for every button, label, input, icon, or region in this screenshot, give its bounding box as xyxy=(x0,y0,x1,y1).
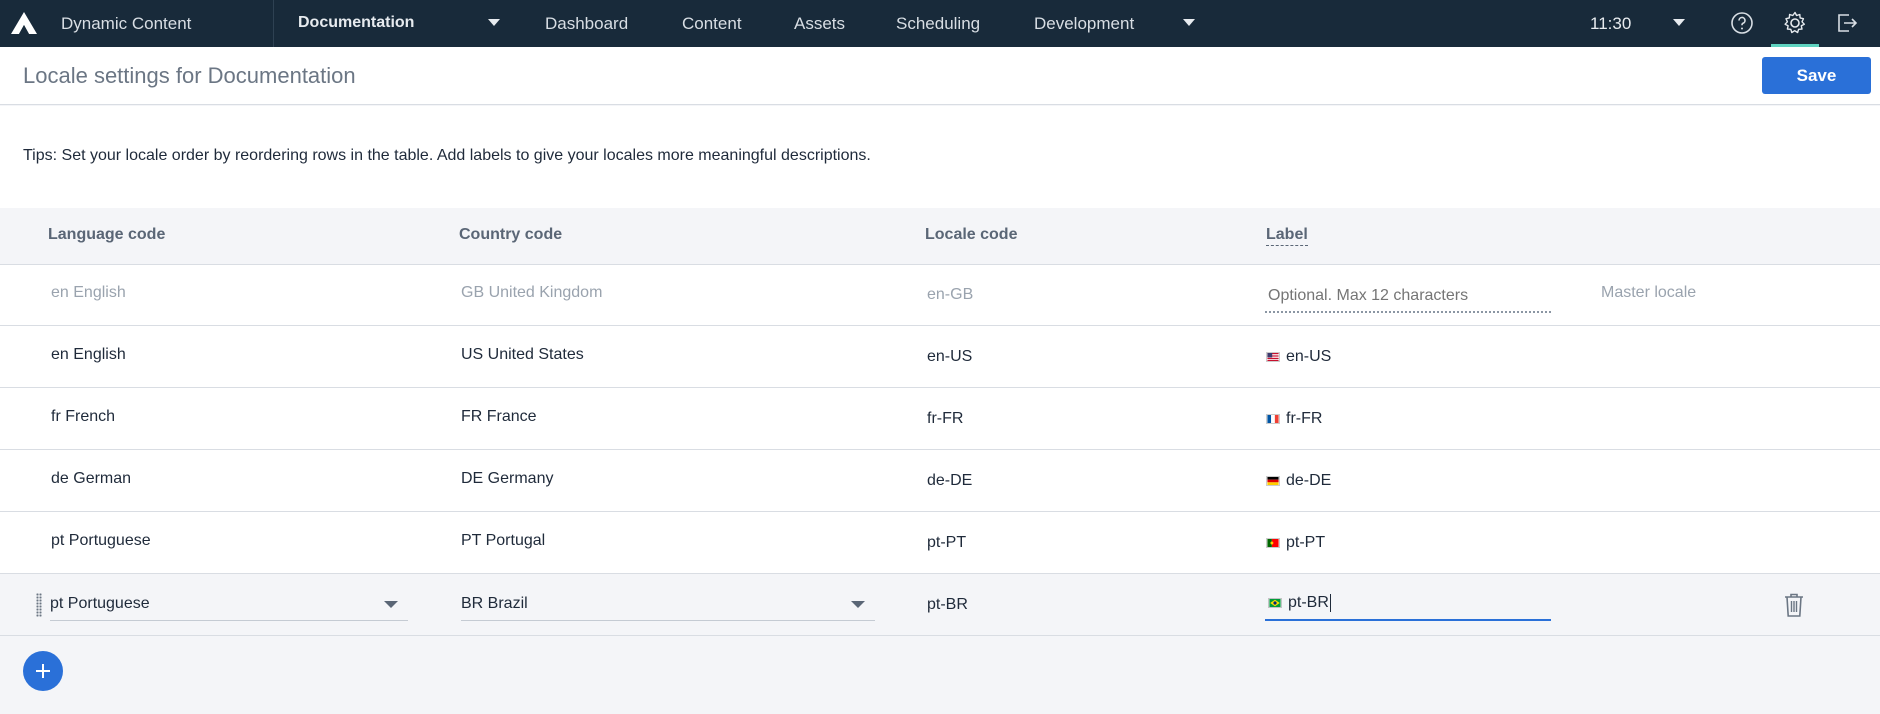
language-cell: pt Portuguese xyxy=(51,532,151,549)
label-text: pt-PT xyxy=(1286,534,1326,551)
label-text: de-DE xyxy=(1286,472,1332,489)
nav-item-development[interactable]: Development xyxy=(1034,14,1134,34)
chevron-down-icon xyxy=(384,601,398,608)
locales-table: Language code Country code Locale code L… xyxy=(0,208,1880,636)
tips-text: Tips: Set your locale order by reorderin… xyxy=(23,147,871,164)
locale-cell: de-DE xyxy=(927,472,973,489)
label-cell[interactable]: en-US xyxy=(1266,348,1331,366)
page-header: Locale settings for Documentation Save xyxy=(0,47,1880,105)
settings-gear-icon[interactable] xyxy=(1782,10,1808,36)
language-cell: fr French xyxy=(51,408,116,425)
locale-cell: en-US xyxy=(927,348,973,365)
label-input-value: pt-BR xyxy=(1288,594,1329,611)
nav-item-dashboard[interactable]: Dashboard xyxy=(545,14,628,34)
nav-item-scheduling[interactable]: Scheduling xyxy=(896,14,980,34)
help-icon[interactable] xyxy=(1729,10,1755,36)
nav-item-assets[interactable]: Assets xyxy=(794,14,845,34)
country-cell: PT Portugal xyxy=(461,532,546,549)
label-text: en-US xyxy=(1286,348,1332,365)
table-row[interactable]: fr French FR France fr-FR fr-FR xyxy=(0,388,1880,450)
tips-area: Tips: Set your locale order by reorderin… xyxy=(0,106,1880,208)
locale-cell: pt-PT xyxy=(927,534,967,551)
page-title: Locale settings for Documentation xyxy=(23,63,356,88)
plus-icon xyxy=(36,664,50,678)
country-cell: US United States xyxy=(461,346,584,363)
table-row[interactable]: pt Portuguese PT Portugal pt-PT pt-PT xyxy=(0,512,1880,574)
label-text: fr-FR xyxy=(1286,410,1323,427)
master-label-input[interactable] xyxy=(1265,281,1551,313)
fr-flag-icon xyxy=(1266,414,1280,424)
country-cell: FR France xyxy=(461,408,537,425)
hub-chevron-down-icon[interactable] xyxy=(488,19,500,26)
nav-divider xyxy=(273,0,274,47)
locale-cell: fr-FR xyxy=(927,410,964,427)
table-row[interactable]: en English US United States en-US en-US xyxy=(0,326,1880,388)
us-flag-icon xyxy=(1266,352,1280,362)
column-header-locale: Locale code xyxy=(925,226,1018,243)
hub-selector[interactable]: Documentation xyxy=(298,14,414,32)
column-header-country: Country code xyxy=(459,226,563,243)
label-input[interactable]: pt-BR xyxy=(1265,587,1551,621)
development-chevron-down-icon[interactable] xyxy=(1183,19,1195,26)
pt-flag-icon xyxy=(1266,538,1280,548)
country-select-value: BR Brazil xyxy=(461,594,528,612)
language-select[interactable]: pt Portuguese xyxy=(50,587,408,621)
locale-cell: en-GB xyxy=(927,286,974,303)
timezone-time[interactable]: 11:30 xyxy=(1590,14,1631,34)
label-cell[interactable]: fr-FR xyxy=(1266,410,1322,428)
app-name[interactable]: Dynamic Content xyxy=(61,14,191,34)
save-button[interactable]: Save xyxy=(1762,57,1871,94)
trash-icon[interactable] xyxy=(1783,592,1805,618)
br-flag-icon xyxy=(1268,598,1282,608)
top-nav-bar: Dynamic Content Documentation Dashboard … xyxy=(0,0,1880,47)
amplience-logo-icon[interactable] xyxy=(10,11,38,35)
language-cell: de German xyxy=(51,470,132,487)
country-cell: DE Germany xyxy=(461,470,554,487)
country-select[interactable]: BR Brazil xyxy=(461,587,875,621)
nav-item-content[interactable]: Content xyxy=(682,14,742,34)
chevron-down-icon xyxy=(851,601,865,608)
add-locale-button[interactable] xyxy=(23,651,63,691)
column-header-language: Language code xyxy=(48,226,166,243)
locale-cell: pt-BR xyxy=(927,596,968,613)
text-cursor xyxy=(1329,594,1331,612)
label-cell[interactable]: de-DE xyxy=(1266,472,1331,490)
language-cell: en English xyxy=(51,346,126,363)
time-chevron-down-icon[interactable] xyxy=(1673,19,1685,26)
logout-icon[interactable] xyxy=(1834,10,1860,36)
master-locale-badge: Master locale xyxy=(1601,284,1697,301)
language-cell: en English xyxy=(51,284,126,301)
column-header-label: Label xyxy=(1266,226,1308,246)
country-cell: GB United Kingdom xyxy=(461,284,603,301)
de-flag-icon xyxy=(1266,476,1280,486)
language-select-value: pt Portuguese xyxy=(50,594,150,612)
drag-handle-icon[interactable] xyxy=(36,593,42,617)
table-row-master: en English GB United Kingdom en-GB Maste… xyxy=(0,265,1880,326)
label-cell[interactable]: pt-PT xyxy=(1266,534,1325,552)
table-header-row: Language code Country code Locale code L… xyxy=(0,208,1880,265)
table-row-editing[interactable]: pt Portuguese BR Brazil pt-BR pt-BR xyxy=(0,574,1880,636)
table-row[interactable]: de German DE Germany de-DE de-DE xyxy=(0,450,1880,512)
